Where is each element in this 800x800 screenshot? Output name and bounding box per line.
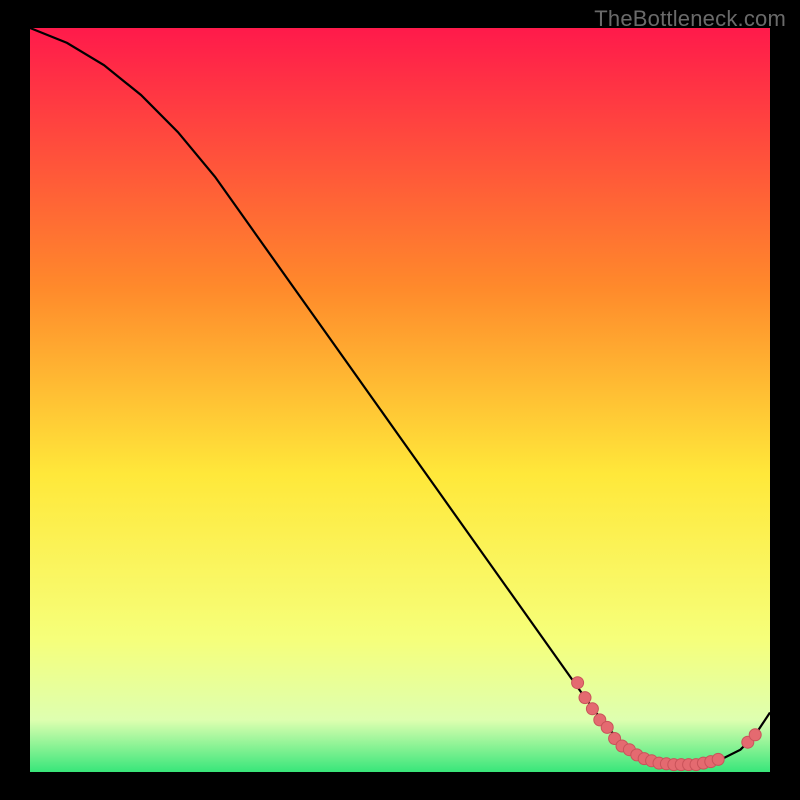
chart-container bbox=[30, 28, 770, 772]
curve-marker bbox=[586, 703, 598, 715]
curve-marker bbox=[579, 692, 591, 704]
curve-marker bbox=[749, 729, 761, 741]
curve-marker bbox=[712, 753, 724, 765]
bottleneck-chart bbox=[30, 28, 770, 772]
curve-marker bbox=[601, 721, 613, 733]
curve-marker bbox=[572, 677, 584, 689]
gradient-background bbox=[30, 28, 770, 772]
